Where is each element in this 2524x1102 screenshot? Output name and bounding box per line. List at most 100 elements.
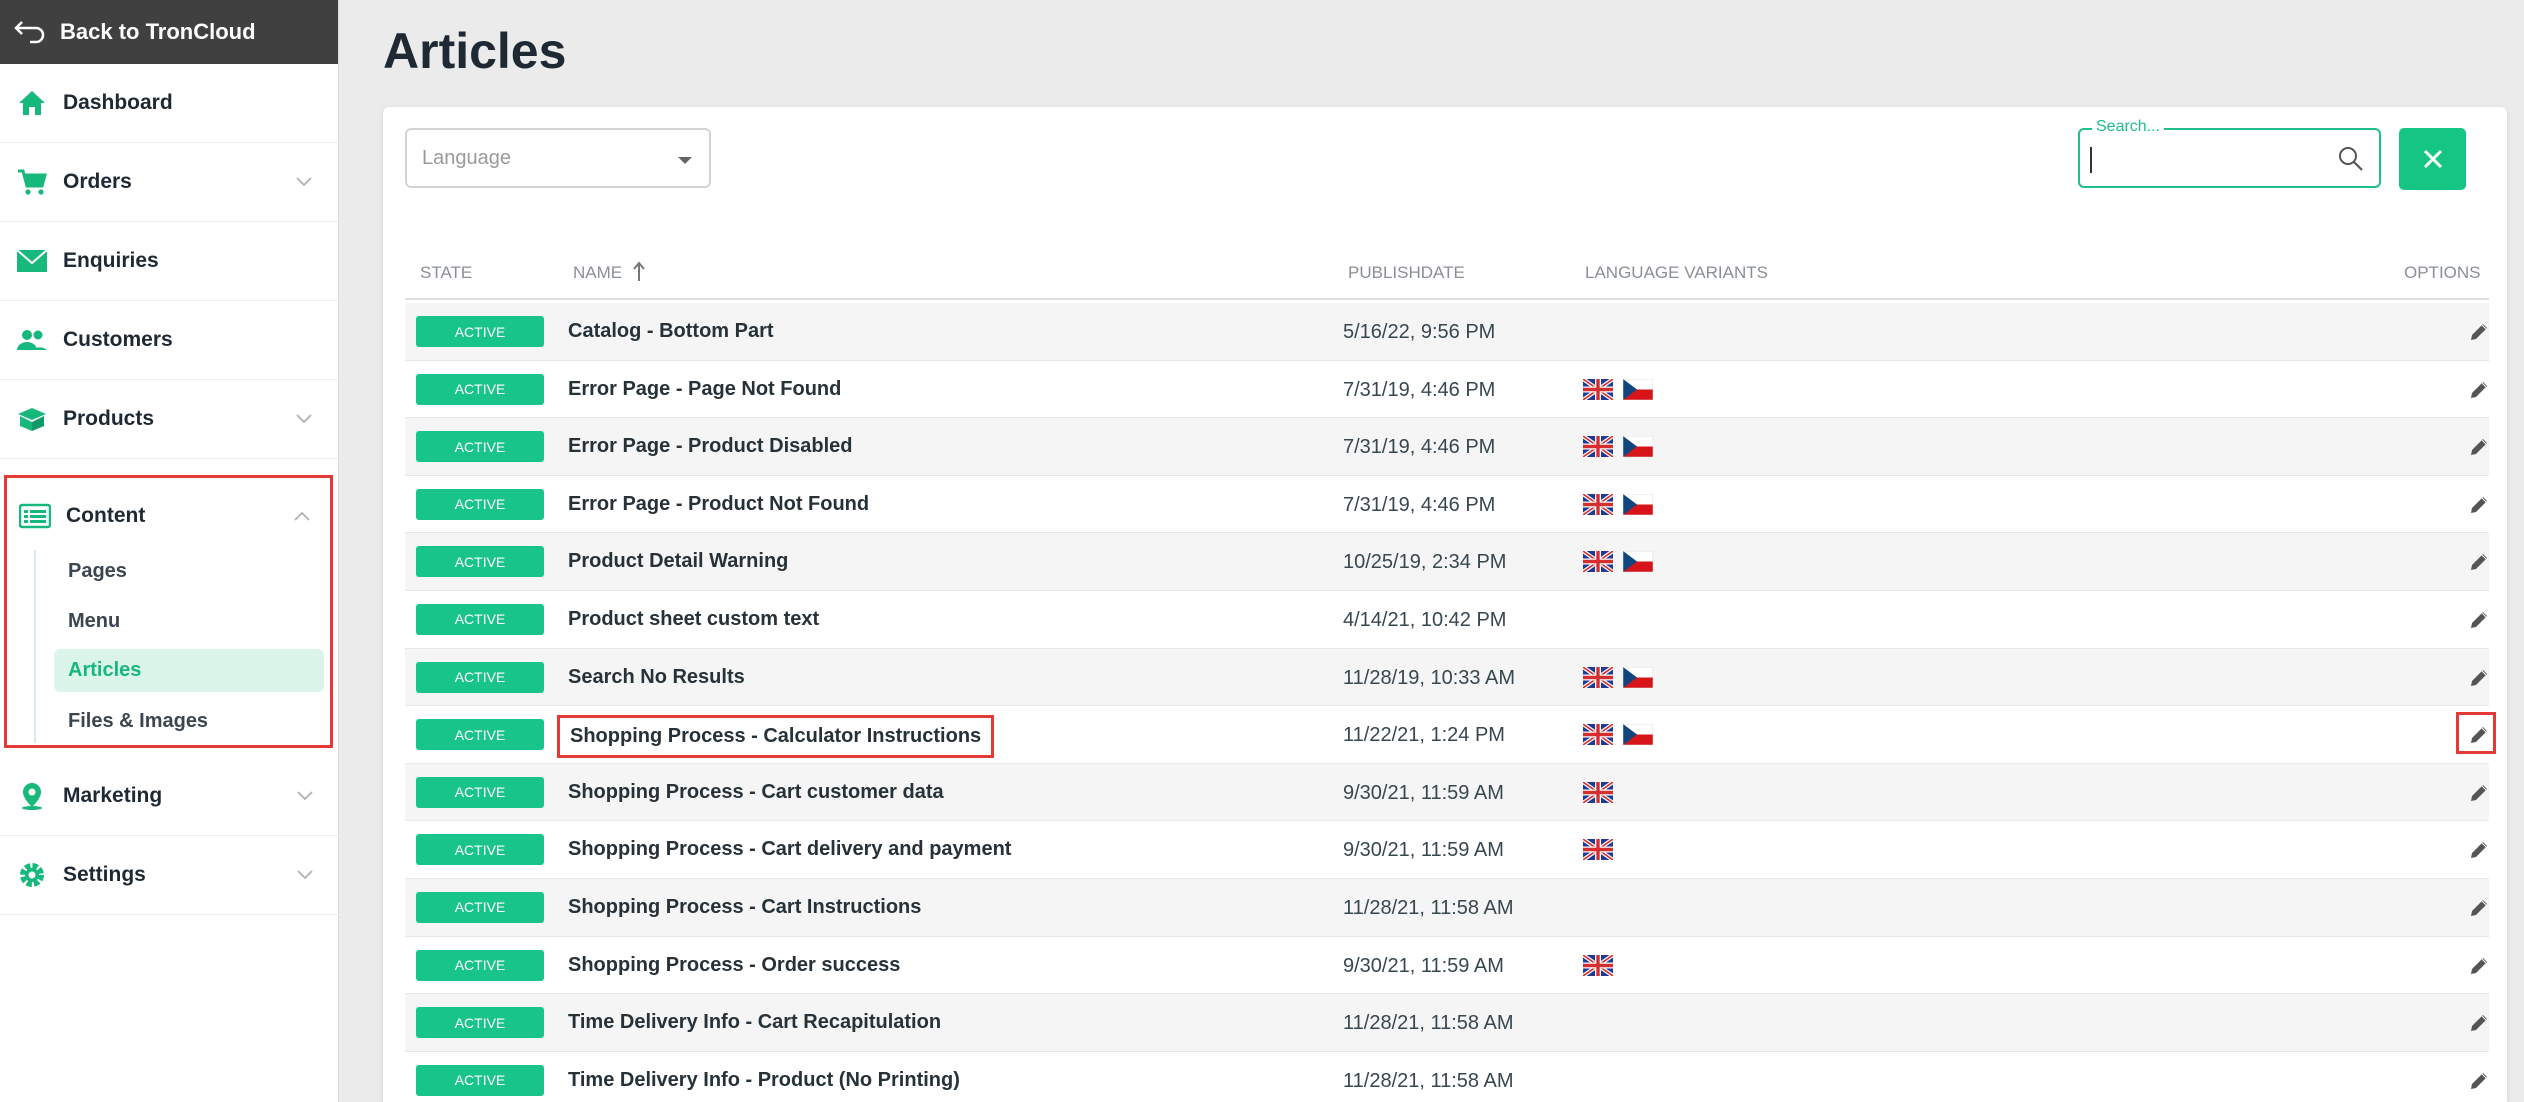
sidebar-subitem-menu[interactable]: Menu [54, 600, 324, 643]
language-variants [1583, 781, 1613, 803]
sidebar-item-products[interactable]: Products [0, 380, 338, 459]
language-variants [1583, 954, 1613, 976]
article-name[interactable]: Shopping Process - Cart delivery and pay… [568, 838, 1011, 861]
table-row[interactable]: ACTIVE Time Delivery Info - Cart Recapitu… [405, 994, 2489, 1052]
search-field[interactable]: Search... [2078, 118, 2381, 188]
article-name[interactable]: Error Page - Page Not Found [568, 378, 841, 401]
edit-pencil-icon[interactable] [2468, 609, 2490, 631]
uk-flag-icon [1583, 781, 1613, 803]
table-row[interactable]: ACTIVE Search No Results 11/28/19, 10:33 A… [405, 648, 2490, 707]
article-name[interactable]: Shopping Process - Order success [568, 954, 900, 977]
article-name[interactable]: Shopping Process - Calculator Instructio… [557, 715, 995, 759]
language-variants [1583, 436, 1653, 458]
sidebar-item-label: Settings [63, 863, 146, 886]
article-name[interactable]: Time Delivery Info - Cart Recapitulation [568, 1011, 941, 1034]
article-name[interactable]: Error Page - Product Not Found [568, 493, 869, 516]
col-name[interactable]: NAME [573, 261, 645, 283]
chevron-down-icon[interactable] [297, 791, 313, 801]
chevron-down-icon[interactable] [297, 870, 313, 880]
table-row[interactable]: ACTIVE Shopping Process - Cart delivery a… [405, 821, 2489, 879]
cz-flag-icon [1623, 493, 1653, 515]
edit-pencil-icon[interactable] [2468, 551, 2490, 573]
table-row[interactable]: ACTIVE Error Page - Product Not Found 7/31… [405, 475, 2490, 534]
edit-pencil-icon[interactable] [2468, 897, 2490, 919]
col-publishdate[interactable]: PUBLISHDATE [1348, 263, 1465, 283]
sidebar-subitem-files-images[interactable]: Files & Images [54, 700, 324, 743]
back-label: Back to TronCloud [60, 19, 256, 44]
edit-pencil-icon[interactable] [2468, 1070, 2490, 1092]
sidebar-item-marketing[interactable]: Marketing [0, 757, 339, 836]
article-name[interactable]: Product Detail Warning [568, 550, 788, 573]
publish-date: 4/14/21, 10:42 PM [1343, 608, 1507, 631]
uk-flag-icon [1583, 666, 1613, 688]
table-row[interactable]: ACTIVE Product Detail Warning 10/25/19, 2:… [405, 533, 2489, 591]
sidebar-item-settings[interactable]: Settings [0, 836, 339, 915]
search-icon[interactable] [2337, 145, 2365, 173]
chevron-down-icon[interactable] [296, 414, 312, 424]
edit-pencil-icon[interactable] [2468, 321, 2490, 343]
edit-pencil-icon[interactable] [2468, 1012, 2490, 1034]
clear-search-button[interactable] [2399, 128, 2466, 190]
publish-date: 7/31/19, 4:46 PM [1343, 436, 1496, 459]
col-state[interactable]: STATE [420, 263, 472, 283]
article-name[interactable]: Shopping Process - Cart customer data [568, 781, 944, 804]
table-row[interactable]: ACTIVE Shopping Process - Calculator Inst… [405, 706, 2496, 764]
articles-card: Language Search... STATE NAME PUBLISHDAT… [383, 107, 2507, 1102]
sidebar-item-label: Orders [63, 170, 132, 193]
table-row[interactable]: ACTIVE Error Page - Product Disabled 7/31/… [405, 418, 2489, 476]
edit-pencil-icon[interactable] [2468, 955, 2490, 977]
back-to-troncloud-button[interactable]: Back to TronCloud [0, 0, 338, 64]
sidebar-subitem-pages[interactable]: Pages [54, 550, 324, 593]
article-name[interactable]: Catalog - Bottom Part [568, 320, 774, 343]
edit-pencil-icon[interactable] [2468, 839, 2490, 861]
article-name[interactable]: Search No Results [568, 666, 745, 689]
col-options: OPTIONS [2404, 263, 2481, 282]
language-select[interactable]: Language [405, 128, 711, 188]
sidebar-item-label: Marketing [63, 784, 163, 807]
edit-pencil-icon[interactable] [2468, 379, 2490, 401]
language-variants [1583, 724, 1653, 746]
page-title: Articles [383, 23, 567, 79]
sidebar-item-label: Dashboard [63, 91, 173, 114]
search-input[interactable] [2092, 142, 2332, 176]
sidebar-item-enquiries[interactable]: Enquiries [0, 222, 338, 301]
cz-flag-icon [1623, 666, 1653, 688]
article-name[interactable]: Error Page - Product Disabled [568, 435, 853, 458]
article-name[interactable]: Product sheet custom text [568, 608, 819, 631]
article-name[interactable]: Time Delivery Info - Product (No Printin… [568, 1069, 960, 1092]
edit-pencil-icon[interactable] [2468, 724, 2490, 746]
chevron-up-icon[interactable] [294, 511, 310, 521]
publish-date: 10/25/19, 2:34 PM [1343, 551, 1507, 574]
status-badge: ACTIVE [416, 719, 544, 751]
publish-date: 11/22/21, 1:24 PM [1343, 724, 1505, 747]
sidebar-item-orders[interactable]: Orders [0, 143, 338, 222]
status-badge: ACTIVE [416, 488, 544, 520]
cz-flag-icon [1623, 378, 1653, 400]
table-row[interactable]: ACTIVE Time Delivery Info - Product (No P… [405, 1051, 2490, 1102]
sidebar-item-dashboard[interactable]: Dashboard [0, 64, 338, 143]
table-row[interactable]: ACTIVE Shopping Process - Cart customer d… [405, 763, 2490, 822]
content-section-highlight: Content Pages Menu Articles Files & Imag… [4, 475, 333, 748]
sidebar-item-content[interactable]: Content [7, 478, 330, 554]
publish-date: 11/28/21, 11:58 AM [1343, 1069, 1514, 1092]
language-variants [1583, 839, 1613, 861]
status-badge: ACTIVE [416, 1007, 544, 1039]
status-badge: ACTIVE [416, 431, 544, 463]
edit-pencil-icon[interactable] [2468, 494, 2490, 516]
table-row[interactable]: ACTIVE Catalog - Bottom Part 5/16/22, 9:56… [405, 303, 2489, 361]
edit-pencil-icon[interactable] [2468, 782, 2490, 804]
article-name[interactable]: Shopping Process - Cart Instructions [568, 896, 921, 919]
chevron-down-icon[interactable] [296, 177, 312, 187]
edit-pencil-icon[interactable] [2468, 667, 2490, 689]
table-row[interactable]: ACTIVE Shopping Process - Order success 9/… [405, 936, 2490, 995]
table-row[interactable]: ACTIVE Shopping Process - Cart Instructio… [405, 878, 2490, 937]
edit-pencil-icon[interactable] [2468, 436, 2490, 458]
sidebar-subitem-articles[interactable]: Articles [54, 649, 324, 692]
table-row[interactable]: ACTIVE Product sheet custom text 4/14/21, … [405, 590, 2490, 649]
table-row[interactable]: ACTIVE Error Page - Page Not Found 7/31/19… [405, 360, 2490, 419]
cz-flag-icon [1623, 724, 1653, 746]
sidebar-item-customers[interactable]: Customers [0, 301, 338, 380]
articles-table-body: ACTIVE Catalog - Bottom Part 5/16/22, 9:56… [405, 303, 2496, 1102]
publish-date: 11/28/21, 11:58 AM [1343, 1012, 1514, 1035]
publish-date: 9/30/21, 11:59 AM [1343, 839, 1504, 862]
